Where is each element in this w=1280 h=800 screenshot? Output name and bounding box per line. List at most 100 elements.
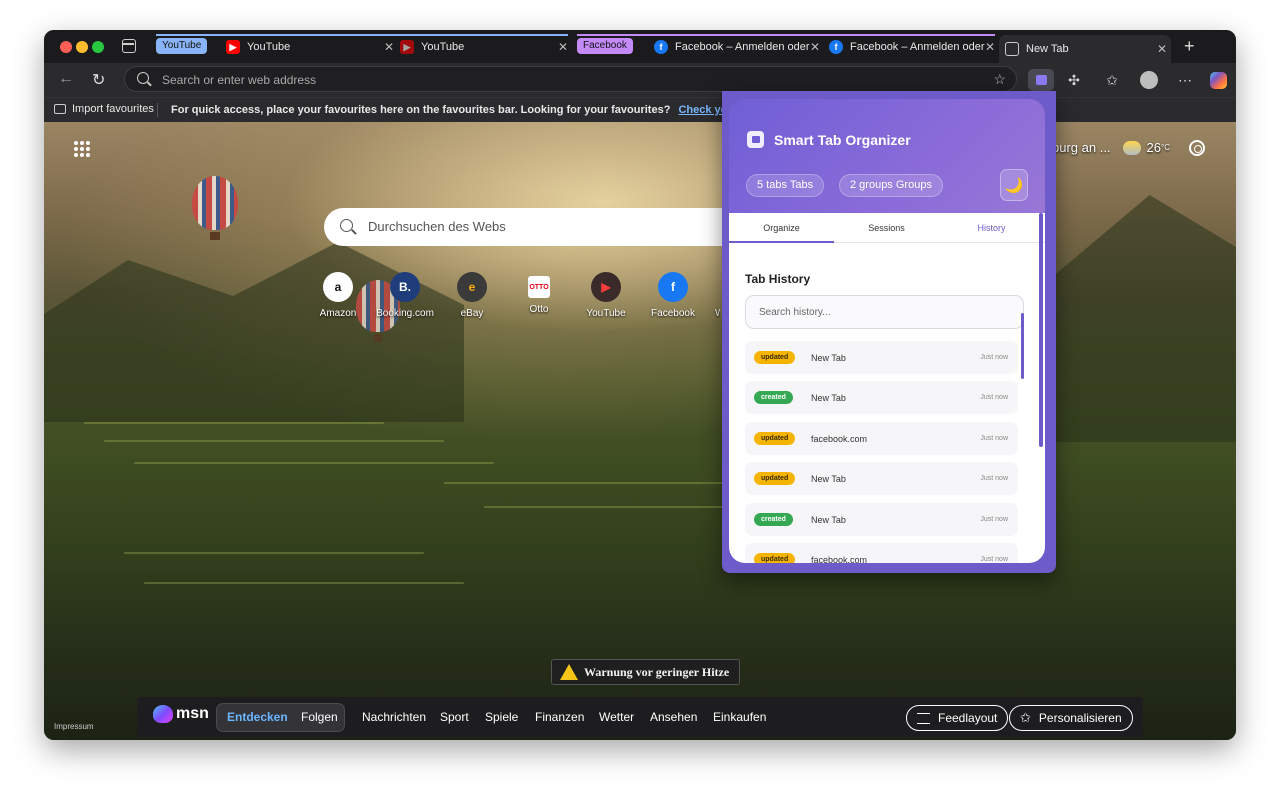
groups-label: Groups xyxy=(895,179,932,191)
copilot-icon[interactable] xyxy=(1208,70,1228,90)
terrace xyxy=(84,422,384,424)
history-item-time: Just now xyxy=(980,354,1008,361)
history-item-time: Just now xyxy=(980,435,1008,442)
reload-icon[interactable]: ↻ xyxy=(92,70,105,90)
tab-organizer-logo-icon xyxy=(747,131,764,148)
popup-scrollbar[interactable] xyxy=(1039,213,1043,447)
zoom-window-button[interactable] xyxy=(92,41,104,53)
tabs-count-pill: 5 tabs Tabs xyxy=(746,174,825,197)
tab-facebook-2[interactable]: f Facebook – Anmelden oder ✕ xyxy=(829,35,999,59)
amazon-icon: a xyxy=(323,272,353,302)
close-window-button[interactable] xyxy=(60,41,72,53)
apps-grid-icon[interactable] xyxy=(74,141,90,157)
msn-link-sport[interactable]: Sport xyxy=(440,710,469,724)
extensions-puzzle-icon[interactable]: ✣ xyxy=(1064,70,1084,90)
tab-youtube-2[interactable]: ▶ YouTube ✕ xyxy=(400,35,572,59)
feed-layout-label: Feedlayout xyxy=(938,711,998,725)
history-search-placeholder: Search history... xyxy=(759,307,831,318)
close-tab-icon[interactable]: ✕ xyxy=(810,40,820,54)
quick-link-otto[interactable]: OTTO Otto xyxy=(501,272,577,315)
quick-link-partial[interactable]: W W xyxy=(690,272,720,319)
web-search-input[interactable]: Durchsuchen des Webs xyxy=(368,219,506,234)
import-favourites-button[interactable]: Import favourites xyxy=(54,103,154,115)
favourites-bar-message: For quick access, place your favourites … xyxy=(171,104,781,116)
close-tab-icon[interactable]: ✕ xyxy=(1157,42,1167,56)
msn-logo[interactable]: msn xyxy=(153,705,209,723)
address-input[interactable]: Search or enter web address xyxy=(162,73,316,87)
new-tab-plus-icon[interactable]: + xyxy=(1184,36,1195,57)
quick-link-label: W xyxy=(715,308,720,319)
history-list-scrollbar[interactable] xyxy=(1021,313,1024,379)
address-bar[interactable]: Search or enter web address ☆ xyxy=(124,66,1017,92)
personalize-button[interactable]: ✩ Personalisieren xyxy=(1009,705,1133,731)
favorite-star-icon[interactable]: ☆ xyxy=(993,71,1006,88)
quick-link-label: Booking.com xyxy=(376,308,434,319)
youtube-icon: ▶ xyxy=(226,40,240,54)
history-item[interactable]: updated New Tab Just now xyxy=(745,341,1018,374)
msn-link-entdecken[interactable]: Entdecken xyxy=(227,710,288,724)
msn-link-finanzen[interactable]: Finanzen xyxy=(535,710,584,724)
web-search-box[interactable]: Durchsuchen des Webs xyxy=(324,208,744,246)
msn-link-folgen[interactable]: Folgen xyxy=(301,710,338,724)
tab-facebook-1[interactable]: f Facebook – Anmelden oder ✕ xyxy=(654,35,824,59)
history-search-input[interactable]: Search history... xyxy=(745,295,1024,329)
tab-title: YouTube xyxy=(421,41,465,53)
msn-link-einkaufen[interactable]: Einkaufen xyxy=(713,710,766,724)
more-options-icon[interactable]: ⋯ xyxy=(1175,70,1195,90)
tab-actions-icon[interactable] xyxy=(122,39,136,53)
dark-mode-toggle-moon-icon[interactable]: 🌙 xyxy=(1000,169,1028,201)
tab-youtube-1[interactable]: ▶ YouTube ✕ xyxy=(226,35,398,59)
minimize-window-button[interactable] xyxy=(76,41,88,53)
import-favourites-label: Import favourites xyxy=(72,103,154,115)
quick-link-booking[interactable]: B. Booking.com xyxy=(367,272,443,319)
history-item-title: New Tab xyxy=(811,474,846,484)
quick-link-ebay[interactable]: e eBay xyxy=(434,272,510,319)
close-tab-icon[interactable]: ✕ xyxy=(558,40,568,54)
popup-header: Smart Tab Organizer 5 tabs Tabs 2 groups… xyxy=(729,99,1045,213)
history-item-time: Just now xyxy=(980,394,1008,401)
msn-link-spiele[interactable]: Spiele xyxy=(485,710,518,724)
close-tab-icon[interactable]: ✕ xyxy=(384,40,394,54)
history-item-title: New Tab xyxy=(811,515,846,525)
msn-link-nachrichten[interactable]: Nachrichten xyxy=(362,710,426,724)
ebay-icon: e xyxy=(457,272,487,302)
tab-history[interactable]: History xyxy=(939,223,1044,233)
profile-avatar-icon[interactable] xyxy=(1139,70,1159,90)
close-tab-icon[interactable]: ✕ xyxy=(985,40,995,54)
tab-group-youtube[interactable]: YouTube xyxy=(156,38,208,54)
tab-group-facebook[interactable]: Facebook xyxy=(577,38,633,54)
quick-link-youtube[interactable]: ▶ YouTube xyxy=(568,272,644,319)
msn-logo-text: msn xyxy=(176,705,209,722)
history-item[interactable]: updated facebook.com Just now xyxy=(745,543,1018,563)
smart-tab-organizer-extension-icon[interactable] xyxy=(1028,69,1054,91)
terrace xyxy=(134,462,494,464)
history-item[interactable]: updated facebook.com Just now xyxy=(745,422,1018,455)
heat-warning-badge[interactable]: Warnung vor geringer Hitze xyxy=(551,659,741,685)
history-item-title: New Tab xyxy=(811,353,846,363)
tab-sessions[interactable]: Sessions xyxy=(834,223,939,233)
history-item-time: Just now xyxy=(980,475,1008,482)
msn-link-wetter[interactable]: Wetter xyxy=(599,710,634,724)
terrace xyxy=(104,440,444,442)
feed-layout-button[interactable]: Feedlayout xyxy=(906,705,1009,731)
favourites-icon[interactable]: ✩ xyxy=(1102,70,1122,90)
history-item[interactable]: updated New Tab Just now xyxy=(745,462,1018,495)
page-settings-gear-icon[interactable] xyxy=(1189,140,1205,156)
history-item-time: Just now xyxy=(980,516,1008,523)
history-item[interactable]: created New Tab Just now xyxy=(745,381,1018,414)
sparkle-star-icon: ✩ xyxy=(1020,710,1031,725)
weather-widget[interactable]: burg an ... 26 °C xyxy=(1052,140,1170,155)
tab-new-tab[interactable]: New Tab ✕ xyxy=(999,35,1171,63)
msn-link-ansehen[interactable]: Ansehen xyxy=(650,710,697,724)
action-badge: updated xyxy=(754,472,796,485)
quick-link-amazon[interactable]: a Amazon xyxy=(300,272,376,319)
new-tab-page: Durchsuchen des Webs a Amazon B. Booking… xyxy=(44,122,1236,740)
back-arrow-icon[interactable]: ← xyxy=(58,70,74,88)
popup-tabs: Organize Sessions History xyxy=(729,213,1045,243)
impressum-link[interactable]: Impressum xyxy=(54,722,94,731)
quick-link-label: Amazon xyxy=(319,308,357,319)
tab-organize[interactable]: Organize xyxy=(729,223,834,233)
history-item[interactable]: created New Tab Just now xyxy=(745,503,1018,536)
facebook-icon: f xyxy=(654,40,668,54)
history-item-title: New Tab xyxy=(811,393,846,403)
